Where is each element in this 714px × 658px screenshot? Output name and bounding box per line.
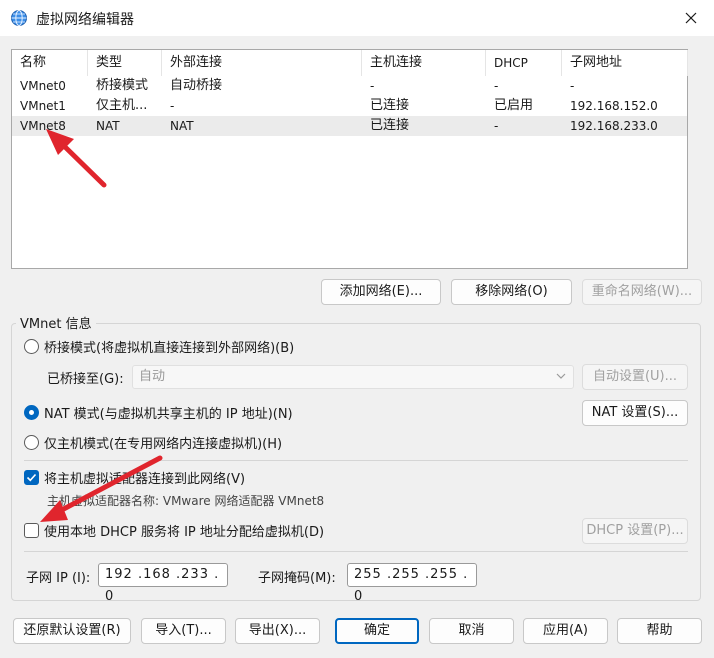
close-button[interactable] [668, 0, 714, 36]
restore-defaults-button[interactable]: 还原默认设置(R) [13, 618, 131, 644]
nat-mode-radio[interactable] [24, 405, 39, 420]
bridged-to-value: 自动 [139, 369, 166, 384]
connect-adapter-label: 将主机虚拟适配器连接到此网络(V) [44, 472, 246, 487]
separator [24, 460, 688, 461]
cell-type: 桥接模式 [96, 78, 149, 93]
dhcp-label: 使用本地 DHCP 服务将 IP 地址分配给虚拟机(D) [44, 525, 325, 540]
chevron-down-icon [556, 373, 566, 379]
cell-dhcp: - [494, 79, 499, 93]
cell-name: VMnet8 [20, 119, 66, 133]
cell-host: - [370, 79, 375, 93]
cell-type: 仅主机... [96, 98, 148, 113]
table-row[interactable]: VMnet1 仅主机... - 已连接 已启用 192.168.152.0 [12, 96, 687, 116]
cell-external: - [170, 99, 175, 113]
window-title: 虚拟网络编辑器 [36, 12, 134, 28]
cell-subnet: - [570, 79, 575, 93]
cell-external: 自动桥接 [170, 78, 223, 93]
dhcp-checkbox[interactable] [24, 523, 39, 538]
cell-dhcp: 已启用 [494, 98, 534, 113]
table-row[interactable]: VMnet0 桥接模式 自动桥接 - - - [12, 76, 687, 96]
cell-dhcp: - [494, 119, 499, 133]
bridged-to-select[interactable]: 自动 [132, 365, 574, 389]
dhcp-settings-button[interactable]: DHCP 设置(P)... [582, 518, 688, 544]
column-header-type[interactable]: 类型 [88, 50, 162, 76]
subnet-mask-label: 子网掩码(M): [258, 571, 336, 586]
auto-settings-button[interactable]: 自动设置(U)... [582, 364, 688, 390]
subnet-mask-field[interactable]: 255 .255 .255 . 0 [347, 563, 477, 604]
remove-network-button[interactable]: 移除网络(O) [451, 279, 572, 305]
column-header-external[interactable]: 外部连接 [162, 50, 362, 76]
bridged-mode-radio[interactable] [24, 339, 39, 354]
separator [24, 551, 688, 552]
nat-mode-label: NAT 模式(与虚拟机共享主机的 IP 地址)(N) [44, 407, 293, 422]
hostonly-mode-radio[interactable] [24, 435, 39, 450]
bridged-mode-label: 桥接模式(将虚拟机直接连接到外部网络)(B) [44, 341, 295, 356]
subnet-ip-label: 子网 IP (I): [26, 571, 91, 586]
export-button[interactable]: 导出(X)... [235, 618, 320, 644]
import-button[interactable]: 导入(T)... [141, 618, 226, 644]
vmnet-info-title: VMnet 信息 [16, 313, 96, 332]
cell-subnet: 192.168.233.0 [570, 119, 658, 133]
subnet-ip-field[interactable]: 192 .168 .233 . 0 [98, 563, 228, 604]
cell-host: 已连接 [370, 98, 410, 113]
column-header-host[interactable]: 主机连接 [362, 50, 486, 76]
cell-name: VMnet1 [20, 99, 66, 113]
add-network-button[interactable]: 添加网络(E)... [321, 279, 441, 305]
cell-subnet: 192.168.152.0 [570, 99, 658, 113]
cell-external: NAT [170, 119, 194, 133]
close-icon [685, 12, 697, 24]
checkmark-icon [26, 473, 37, 482]
hostonly-mode-label: 仅主机模式(在专用网络内连接虚拟机)(H) [44, 437, 283, 452]
ok-button[interactable]: 确定 [335, 618, 419, 644]
nat-settings-button[interactable]: NAT 设置(S)... [582, 400, 688, 426]
adapter-name-text: 主机虚拟适配器名称: VMware 网络适配器 VMnet8 [47, 494, 325, 508]
connect-adapter-checkbox[interactable] [24, 470, 39, 485]
table-row-selected[interactable]: VMnet8 NAT NAT 已连接 - 192.168.233.0 [12, 116, 687, 136]
cell-host: 已连接 [370, 118, 410, 133]
column-header-subnet[interactable]: 子网地址 [562, 50, 688, 76]
apply-button[interactable]: 应用(A) [523, 618, 608, 644]
rename-network-button[interactable]: 重命名网络(W)... [582, 279, 702, 305]
network-list[interactable]: 名称 类型 外部连接 主机连接 DHCP 子网地址 VMnet0 桥接模式 自动… [11, 49, 688, 269]
cell-type: NAT [96, 119, 120, 133]
cancel-button[interactable]: 取消 [429, 618, 514, 644]
column-header-dhcp[interactable]: DHCP [486, 50, 562, 76]
help-button[interactable]: 帮助 [617, 618, 702, 644]
network-globe-icon [11, 10, 27, 26]
bridged-to-label: 已桥接至(G): [47, 372, 124, 387]
column-header-name[interactable]: 名称 [12, 50, 88, 76]
title-bar: 虚拟网络编辑器 [0, 0, 714, 36]
cell-name: VMnet0 [20, 79, 66, 93]
